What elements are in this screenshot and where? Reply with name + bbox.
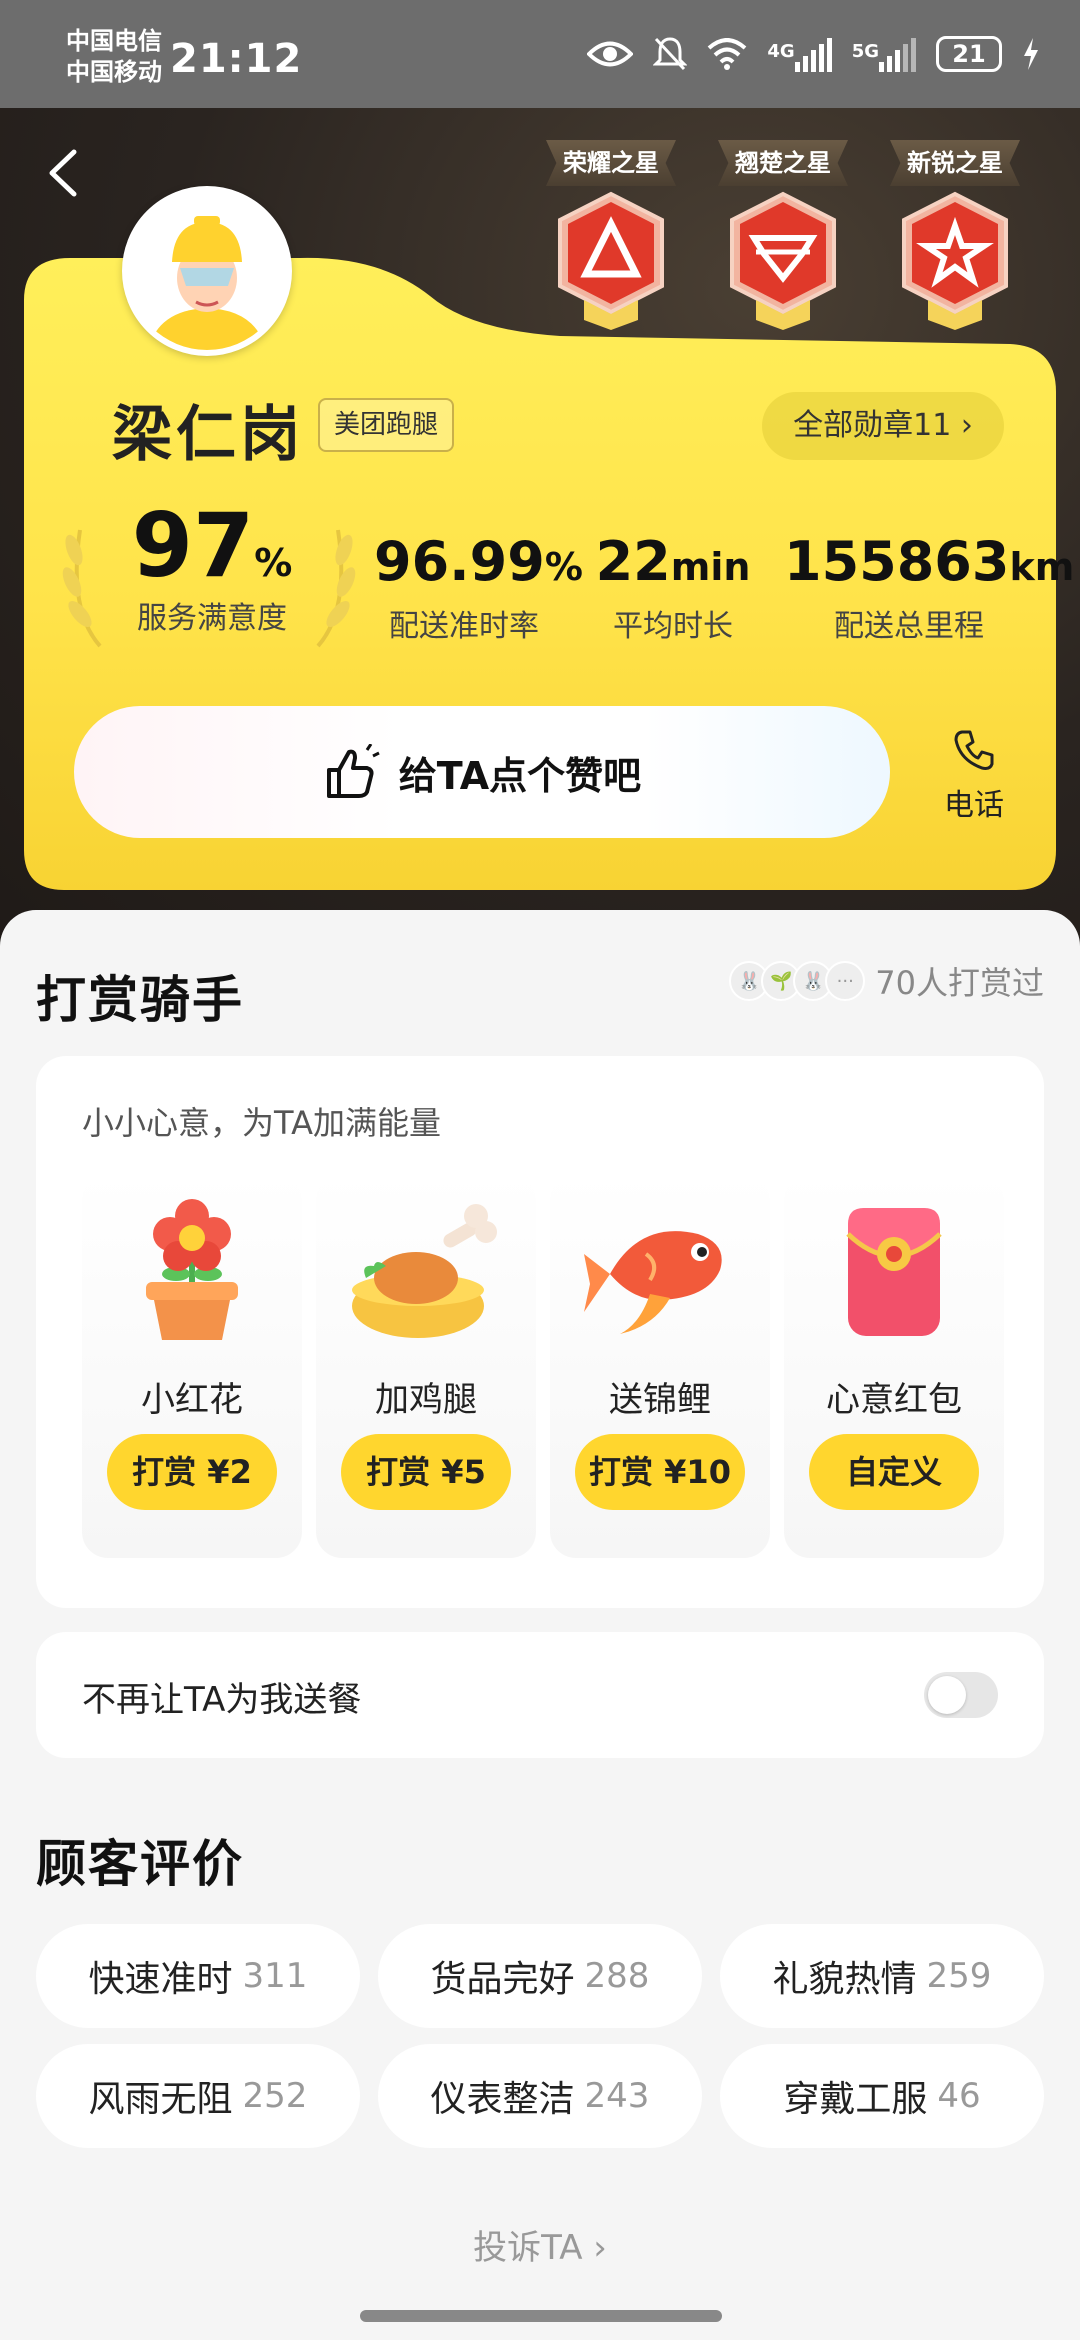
- stat-label: 平均时长: [613, 609, 733, 644]
- like-button-label: 给TA点个赞吧: [398, 753, 642, 798]
- tippers-count: 70人打赏过: [875, 964, 1044, 1002]
- flower-pot-icon: [146, 1199, 238, 1340]
- all-medals-label: 全部勋章11: [793, 408, 952, 443]
- stat-value: 22min: [595, 530, 751, 593]
- review-tag[interactable]: 快速准时 311: [36, 1924, 360, 2028]
- tip-button[interactable]: 打赏 ¥10: [575, 1434, 745, 1510]
- review-section-title: 顾客评价: [36, 1835, 244, 1893]
- review-tag-count: 288: [584, 1956, 650, 1996]
- review-tag[interactable]: 风雨无阻 252: [36, 2044, 360, 2148]
- gift-name: 加鸡腿: [375, 1380, 477, 1420]
- custom-tip-button[interactable]: 自定义: [809, 1434, 979, 1510]
- stat-avg-duration: 22min 平均时长: [590, 530, 756, 645]
- gift-name: 送锦鲤: [609, 1380, 711, 1420]
- review-tag-count: 311: [242, 1956, 308, 1996]
- tippers-summary[interactable]: 🐰 🌱 🐰 ··· 70人打赏过: [729, 958, 1044, 1004]
- stat-label: 配送准时率: [389, 609, 539, 644]
- tip-button[interactable]: 打赏 ¥2: [107, 1434, 277, 1510]
- review-tag-label: 快速准时: [88, 1959, 233, 2000]
- tip-subtitle: 小小心意，为TA加满能量: [82, 1104, 441, 1142]
- chicken-leg-icon: [352, 1204, 497, 1338]
- phone-icon: [954, 730, 994, 770]
- stat-value: 96.99%: [374, 530, 583, 593]
- like-button[interactable]: 给TA点个赞吧: [74, 706, 890, 838]
- rider-name: 梁仁岗: [112, 400, 304, 470]
- stat-label: 服务满意度: [137, 601, 287, 636]
- review-tag[interactable]: 货品完好 288: [378, 1924, 702, 2028]
- complain-label: 投诉TA: [473, 2228, 583, 2268]
- review-tag[interactable]: 仪表整洁 243: [378, 2044, 702, 2148]
- review-tag[interactable]: 穿戴工服 46: [720, 2044, 1044, 2148]
- gift-flower[interactable]: 小红花 打赏 ¥2: [82, 1174, 302, 1558]
- rider-avatar-image: [128, 192, 286, 350]
- complain-link[interactable]: 投诉TA ›: [0, 2220, 1080, 2269]
- review-tag-label: 仪表整洁: [430, 2079, 575, 2120]
- block-rider-row: 不再让TA为我送餐: [36, 1632, 1044, 1758]
- chevron-right-icon: ›: [593, 2228, 607, 2268]
- gift-name: 心意红包: [826, 1380, 962, 1420]
- chevron-right-icon: ›: [960, 408, 973, 443]
- gift-koi[interactable]: 送锦鲤 打赏 ¥10: [550, 1174, 770, 1558]
- review-tag-count: 46: [937, 2076, 981, 2116]
- review-tag-label: 礼貌热情: [772, 1959, 917, 2000]
- tipper-avatars: 🐰 🌱 🐰 ···: [729, 961, 866, 1001]
- all-medals-button[interactable]: 全部勋章11 ›: [762, 392, 1004, 460]
- block-rider-label: 不再让TA为我送餐: [82, 1680, 362, 1720]
- koi-fish-icon: [584, 1231, 722, 1334]
- gift-red-packet[interactable]: 心意红包 自定义: [784, 1174, 1004, 1558]
- block-rider-toggle[interactable]: [924, 1672, 998, 1718]
- tip-section-title: 打赏骑手: [36, 971, 244, 1029]
- review-tag-label: 风雨无阻: [88, 2079, 233, 2120]
- stat-satisfaction: 97% 服务满意度: [112, 494, 312, 637]
- laurel-right-icon: [316, 529, 356, 648]
- red-packet-icon: [846, 1208, 942, 1336]
- stat-ontime-rate: 96.99% 配送准时率: [374, 530, 583, 645]
- thumbs-up-icon: [326, 744, 380, 798]
- home-indicator[interactable]: [360, 2310, 722, 2322]
- tip-card: 小小心意，为TA加满能量 小红花 打赏 ¥2 加鸡腿 打赏 ¥5 送锦鲤 打赏 …: [36, 1056, 1044, 1608]
- stat-value: 97%: [131, 494, 293, 597]
- rider-avatar[interactable]: [122, 186, 292, 356]
- review-tag-count: 243: [584, 2076, 650, 2116]
- stat-total-distance: 155863km 配送总里程: [784, 530, 1075, 645]
- phone-button[interactable]: 电话: [934, 728, 1014, 824]
- stat-label: 配送总里程: [834, 609, 984, 644]
- organization-tag: 美团跑腿: [318, 398, 455, 452]
- tip-button[interactable]: 打赏 ¥5: [341, 1434, 511, 1510]
- review-tag-label: 货品完好: [430, 1959, 575, 2000]
- stat-value: 155863km: [784, 530, 1075, 593]
- gift-chicken-leg[interactable]: 加鸡腿 打赏 ¥5: [316, 1174, 536, 1558]
- review-tag[interactable]: 礼貌热情 259: [720, 1924, 1044, 2028]
- review-tag-count: 252: [242, 2076, 308, 2116]
- review-tag-label: 穿戴工服: [783, 2079, 928, 2120]
- gift-name: 小红花: [141, 1380, 243, 1420]
- review-tag-count: 259: [926, 1956, 992, 1996]
- laurel-left-icon: [62, 529, 102, 648]
- more-icon: ···: [825, 961, 866, 1001]
- phone-button-label: 电话: [944, 788, 1004, 823]
